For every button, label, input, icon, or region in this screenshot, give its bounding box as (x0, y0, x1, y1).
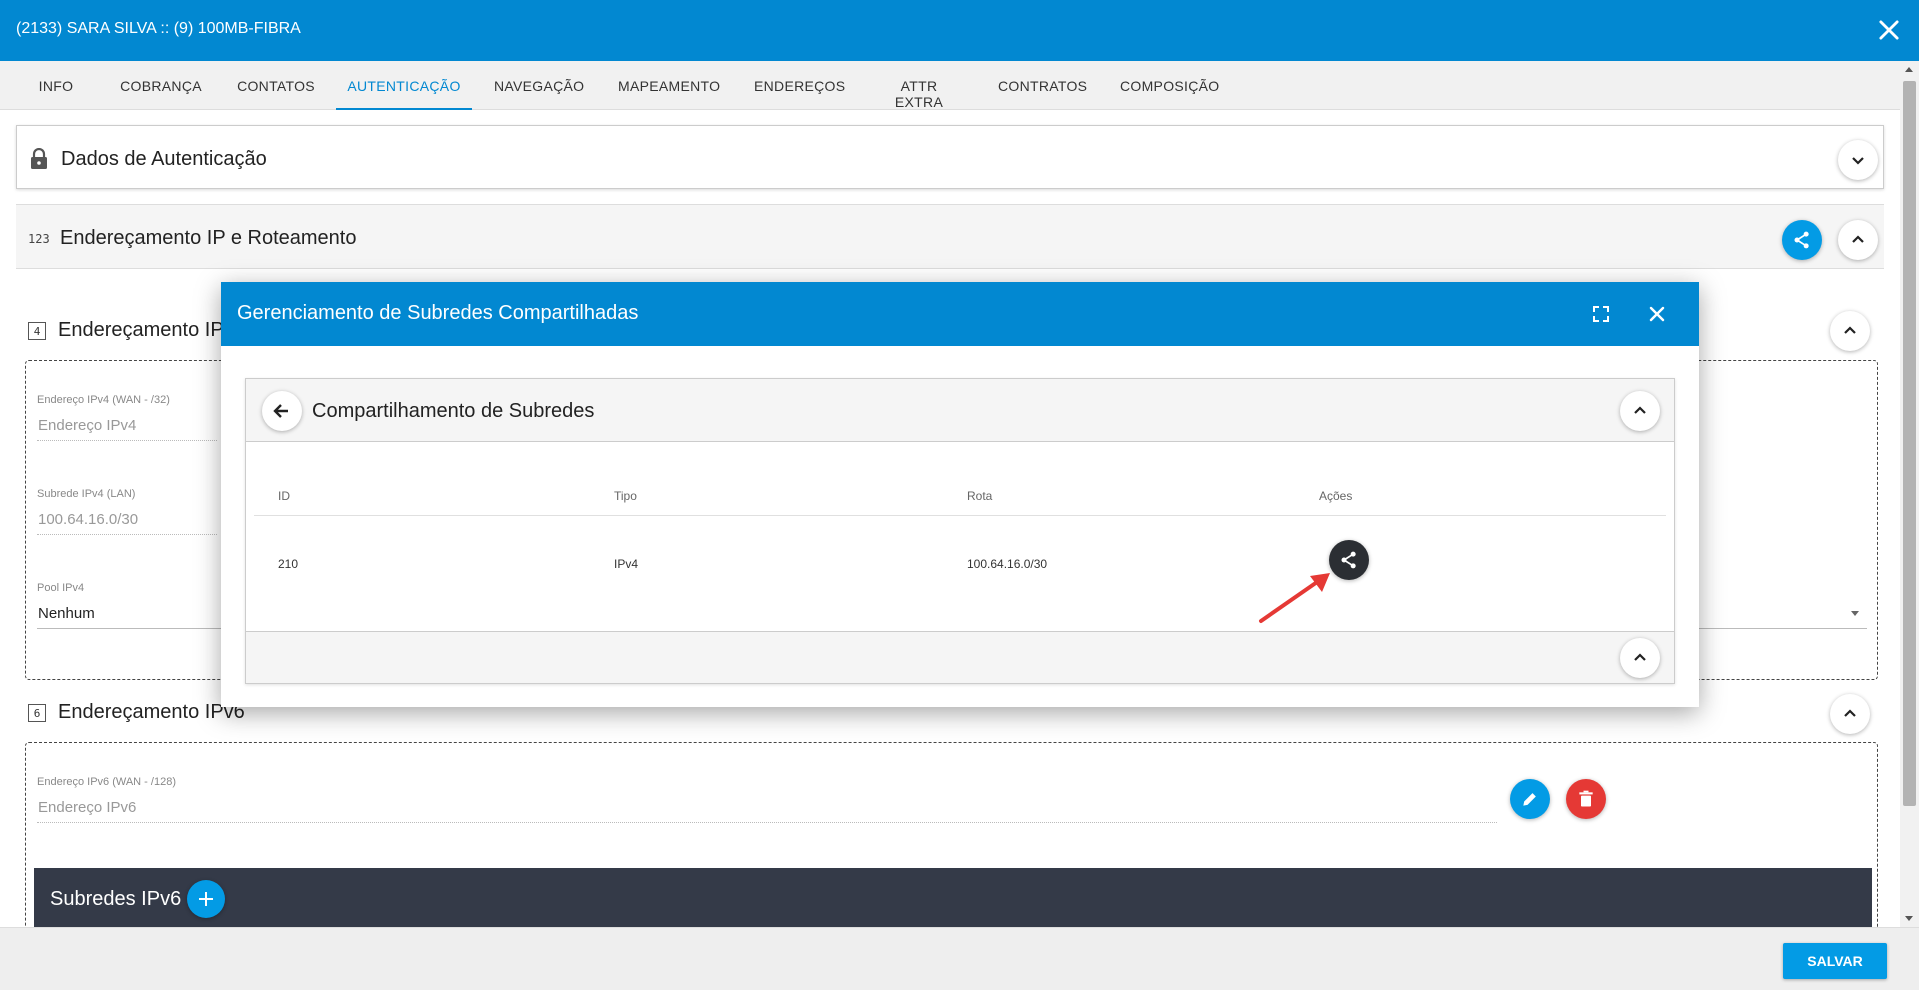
ipv4-lan-input[interactable]: 100.64.16.0/30 (38, 511, 138, 528)
ipv6-icon: 6 (28, 704, 46, 722)
lock-icon (31, 148, 47, 169)
ipv4-wan-label: Endereço IPv4 (WAN - /32) (37, 394, 170, 406)
fullscreen-icon[interactable] (1591, 304, 1611, 324)
back-button[interactable] (262, 391, 302, 431)
tab-autenticacao[interactable]: AUTENTICAÇÃO (336, 61, 472, 110)
subnet-sharing-footer (246, 631, 1674, 683)
tab-contratos[interactable]: CONTRATOS (998, 61, 1087, 110)
chevron-up-icon (1844, 326, 1856, 334)
table-header-tipo: Tipo (614, 489, 637, 503)
ipv6-wan-underline (37, 822, 1497, 823)
ipv4-icon: 4 (28, 322, 46, 340)
ipv4-pool-label: Pool IPv4 (37, 582, 85, 594)
subnet-sharing-footer-collapse-button[interactable] (1620, 638, 1660, 678)
table-header-acoes: Ações (1319, 489, 1353, 503)
ipv6-wan-input[interactable]: Endereço IPv6 (38, 799, 136, 816)
tab-cobranca[interactable]: COBRANÇA (120, 61, 202, 110)
chevron-up-icon (1852, 235, 1864, 243)
chevron-up-icon (1634, 653, 1646, 661)
ipv4-pool-select[interactable]: Nenhum (38, 605, 95, 622)
table-header-rota: Rota (967, 489, 993, 503)
scroll-down-icon[interactable] (1905, 916, 1913, 921)
subnet-sharing-title: Compartilhamento de Subredes (312, 400, 595, 422)
table-cell-tipo: IPv4 (614, 557, 639, 571)
window-title: (2133) SARA SILVA :: (9) 100MB-FIBRA (16, 20, 301, 37)
tab-navegacao[interactable]: NAVEGAÇÃO (494, 61, 584, 110)
auth-panel: Dados de Autenticação (16, 125, 1884, 189)
subnet-sharing-collapse-button[interactable] (1620, 391, 1660, 431)
ipv4-lan-underline (37, 534, 217, 535)
ipv6-collapse-button[interactable] (1830, 694, 1870, 734)
subnet-sharing-header: Compartilhamento de Subredes (246, 379, 1674, 442)
table-header-id: ID (278, 489, 290, 503)
trash-icon (1579, 790, 1593, 807)
table-cell-rota: 100.64.16.0/30 (967, 557, 1048, 571)
dropdown-caret-icon[interactable] (1851, 611, 1859, 616)
ipv4-wan-underline (37, 440, 217, 441)
subredes-ipv6-bar: Subredes IPv6 (34, 868, 1872, 929)
tab-info[interactable]: INFO (36, 61, 76, 110)
modal-title: Gerenciamento de Subredes Compartilhadas (237, 302, 639, 324)
chevron-up-icon (1634, 406, 1646, 414)
ip-routing-collapse-button[interactable] (1838, 220, 1878, 260)
delete-ipv6-button[interactable] (1566, 779, 1606, 819)
scroll-up-icon[interactable] (1905, 67, 1913, 72)
ipv6-section-title: Endereçamento IPv6 (58, 701, 245, 723)
share-icon (1341, 551, 1356, 569)
chevron-down-icon (1852, 157, 1864, 165)
auth-panel-title: Dados de Autenticação (61, 148, 267, 170)
close-icon[interactable] (1645, 302, 1669, 326)
ipv4-collapse-button[interactable] (1830, 311, 1870, 351)
plus-icon (199, 892, 213, 906)
auth-expand-button[interactable] (1838, 140, 1878, 180)
shared-subnets-modal: Gerenciamento de Subredes Compartilhadas… (221, 282, 1699, 707)
pencil-icon (1523, 793, 1536, 806)
tab-composicao[interactable]: COMPOSIÇÃO (1120, 61, 1219, 110)
window-header: (2133) SARA SILVA :: (9) 100MB-FIBRA (0, 0, 1919, 61)
tab-enderecos[interactable]: ENDEREÇOS (754, 61, 845, 110)
ip-routing-title: Endereçamento IP e Roteamento (60, 227, 357, 249)
share-subnets-button[interactable] (1782, 220, 1822, 260)
ipv4-lan-label: Subrede IPv4 (LAN) (37, 488, 136, 500)
footer: SALVAR (0, 927, 1919, 990)
tab-bar: INFO COBRANÇA CONTATOS AUTENTICAÇÃO NAVE… (0, 61, 1900, 110)
numbers-icon: 123 (28, 232, 50, 246)
subredes-ipv6-title: Subredes IPv6 (50, 888, 182, 910)
scrollbar-thumb[interactable] (1903, 81, 1916, 806)
ipv4-wan-input[interactable]: Endereço IPv4 (38, 417, 136, 434)
tab-mapeamento[interactable]: MAPEAMENTO (618, 61, 720, 110)
add-subnet-ipv6-button[interactable] (187, 880, 225, 918)
tab-contatos[interactable]: CONTATOS (236, 61, 316, 110)
scrollbar[interactable] (1900, 61, 1919, 927)
subnet-sharing-card: Compartilhamento de Subredes ID Tipo Rot… (245, 378, 1675, 684)
table-cell-id: 210 (278, 557, 299, 571)
modal-header: Gerenciamento de Subredes Compartilhadas (221, 282, 1699, 346)
table-header-divider (254, 515, 1666, 516)
ipv4-section-title: Endereçamento IP (58, 319, 224, 341)
close-icon[interactable] (1875, 16, 1903, 44)
share-icon (1794, 231, 1809, 249)
ipv6-wan-label: Endereço IPv6 (WAN - /128) (37, 776, 176, 788)
save-button[interactable]: SALVAR (1783, 943, 1887, 979)
ip-routing-header: 123 Endereçamento IP e Roteamento (16, 205, 1884, 269)
edit-ipv6-button[interactable] (1510, 779, 1550, 819)
chevron-up-icon (1844, 709, 1856, 717)
annotation-arrow-icon (1259, 573, 1330, 623)
arrow-left-icon (273, 404, 288, 418)
tab-attr-extra[interactable]: ATTR EXTRA (876, 61, 962, 110)
